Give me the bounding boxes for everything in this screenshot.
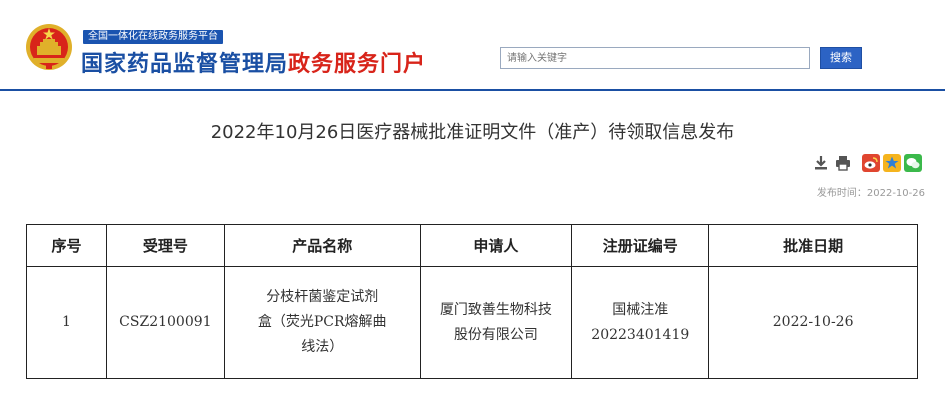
portal-tag[interactable]: 全国一体化在线政务服务平台 <box>83 30 223 44</box>
cert-no-line: 20223401419 <box>591 326 690 343</box>
cell-accept-no: CSZ2100091 <box>105 266 225 379</box>
article-tools <box>0 154 945 174</box>
print-icon[interactable] <box>834 154 852 172</box>
weibo-icon[interactable] <box>862 154 880 172</box>
column-header: 批准日期 <box>708 224 918 267</box>
column-header: 产品名称 <box>223 224 421 267</box>
article-title: 2022年10月26日医疗器械批准证明文件（准产）待领取信息发布 <box>210 122 735 143</box>
national-emblem-icon <box>26 24 72 70</box>
qzone-icon[interactable] <box>883 154 901 172</box>
search-input[interactable] <box>500 47 810 69</box>
table-row: 1 CSZ2100091 分枝杆菌鉴定试剂 盒（荧光PCR熔解曲 线法） 厦门致… <box>26 266 918 379</box>
product-name-line: 线法） <box>301 339 344 355</box>
cell-approve-date: 2022-10-26 <box>708 266 918 379</box>
product-name-line: 分枝杆菌鉴定试剂 <box>266 289 379 305</box>
applicant-line: 股份有限公司 <box>453 326 538 343</box>
approval-table: 序号 受理号 产品名称 申请人 注册证编号 批准日期 1 CSZ2100091 … <box>26 224 918 379</box>
site-header: 全国一体化在线政务服务平台 国家药品监督管理局政务服务门户 搜索 <box>0 0 945 90</box>
column-header: 序号 <box>26 224 107 267</box>
cell-product-name: 分枝杆菌鉴定试剂 盒（荧光PCR熔解曲 线法） <box>223 266 421 379</box>
product-name-line: 盒（荧光PCR熔解曲 <box>257 314 387 330</box>
search-button[interactable]: 搜索 <box>820 47 862 69</box>
column-header: 申请人 <box>419 224 573 267</box>
publish-time: 发布时间：2022-10-26 <box>816 188 925 199</box>
column-header: 受理号 <box>105 224 225 267</box>
cell-cert-no: 国械注准 20223401419 <box>571 266 710 379</box>
cert-no-line: 国械注准 <box>612 301 669 318</box>
download-icon[interactable] <box>812 154 830 172</box>
header-divider <box>0 89 945 91</box>
site-title[interactable]: 国家药品监督管理局政务服务门户 <box>81 46 426 78</box>
column-header: 注册证编号 <box>571 224 710 267</box>
applicant-line: 厦门致善生物科技 <box>439 301 552 318</box>
site-title-main: 国家药品监督管理局 <box>81 52 289 77</box>
wechat-icon[interactable] <box>904 154 922 172</box>
cell-seq: 1 <box>26 266 107 379</box>
cell-applicant: 厦门致善生物科技 股份有限公司 <box>419 266 573 379</box>
site-title-sub: 政务服务门户 <box>288 52 427 77</box>
table-header-row: 序号 受理号 产品名称 申请人 注册证编号 批准日期 <box>26 224 918 267</box>
